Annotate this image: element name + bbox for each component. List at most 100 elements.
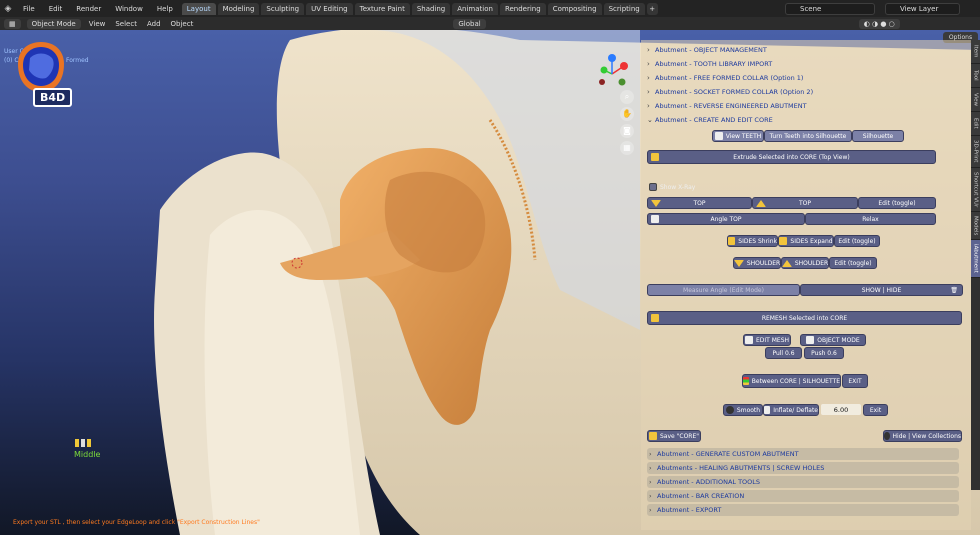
b4d-logo-text: B4D xyxy=(33,88,73,107)
tab-sculpting[interactable]: Sculpting xyxy=(261,2,305,15)
tab-tool[interactable]: Tool xyxy=(971,64,980,88)
tab-uv-editing[interactable]: UV Editing xyxy=(306,2,353,15)
grid-view-icon[interactable]: ▦ xyxy=(620,141,634,155)
smooth-button[interactable]: Smooth xyxy=(723,404,763,416)
shoulder-up-button[interactable]: SHOULDER xyxy=(781,257,829,269)
inflate-value-field[interactable]: 6.00 xyxy=(821,404,861,415)
trash-icon[interactable]: 🗑 xyxy=(950,287,958,294)
menu-window[interactable]: Window xyxy=(108,5,150,13)
between-exit-label: EXIT xyxy=(848,377,862,385)
shoulder-down-button[interactable]: SHOULDER xyxy=(733,257,781,269)
tab-shading[interactable]: Shading xyxy=(411,2,451,15)
shoulder-down-label: SHOULDER xyxy=(746,259,781,267)
section-label: Abutment - EXPORT xyxy=(657,506,722,514)
inflate-exit-button[interactable]: Exit xyxy=(863,404,888,416)
view-teeth-button[interactable]: View TEETH xyxy=(712,130,764,142)
push-label: Push 0.6 xyxy=(811,349,837,357)
section-reverse-engineered[interactable]: › Abutment - REVERSE ENGINEERED ABUTMENT xyxy=(647,100,807,112)
edit-mesh-button[interactable]: EDIT MESH xyxy=(743,334,791,346)
tab-edit[interactable]: Edit xyxy=(971,112,980,136)
tab-compositing[interactable]: Compositing xyxy=(547,2,602,15)
hide-view-collections-button[interactable]: Hide | View Collections xyxy=(883,430,962,442)
extrude-core-button[interactable]: Extrude Selected into CORE (Top View) xyxy=(647,150,936,164)
tab-rendering[interactable]: Rendering xyxy=(499,2,546,15)
menu-edit[interactable]: Edit xyxy=(42,5,70,13)
menu-render[interactable]: Render xyxy=(69,5,108,13)
view-teeth-label: View TEETH xyxy=(725,132,762,140)
add-workspace-button[interactable]: + xyxy=(646,2,658,15)
sides-edit-toggle-label: Edit (toggle) xyxy=(838,237,876,245)
sides-shrink-label: SIDES Shrink xyxy=(738,237,777,245)
menu-view[interactable]: View xyxy=(84,20,111,28)
between-exit-button[interactable]: EXIT xyxy=(842,374,868,388)
tab-layout[interactable]: Layout xyxy=(181,2,216,15)
top-down-button[interactable]: TOP xyxy=(647,197,752,209)
sides-shrink-button[interactable]: SIDES Shrink xyxy=(727,235,778,247)
blender-icon[interactable]: ◈ xyxy=(0,0,16,17)
shoulder-edit-toggle-button[interactable]: Edit (toggle) xyxy=(829,257,877,269)
mouse-button-label: Middle xyxy=(74,450,101,459)
section-healing-abutments[interactable]: › Abutments - HEALING ABUTMENTS | SCREW H… xyxy=(647,462,959,474)
section-tooth-library[interactable]: › Abutment - TOOTH LIBRARY IMPORT xyxy=(647,58,772,70)
edit-toggle-label: Edit (toggle) xyxy=(878,199,916,207)
menu-select[interactable]: Select xyxy=(110,20,142,28)
scene-selector[interactable]: Scene xyxy=(785,3,875,15)
section-generate-custom[interactable]: › Abutment - GENERATE CUSTOM ABUTMENT xyxy=(647,448,959,460)
tab-shortcut-vur[interactable]: Shortcut VUr xyxy=(971,168,980,212)
tab-texture-paint[interactable]: Texture Paint xyxy=(354,2,410,15)
remesh-core-button[interactable]: REMESH Selected into CORE xyxy=(647,311,962,325)
section-export[interactable]: › Abutment - EXPORT xyxy=(647,504,959,516)
section-create-edit-core[interactable]: ⌄ Abutment - CREATE AND EDIT CORE xyxy=(647,114,773,126)
menu-object[interactable]: Object xyxy=(166,20,199,28)
smooth-label: Smooth xyxy=(736,406,761,414)
menu-add[interactable]: Add xyxy=(142,20,166,28)
tab-3d-print[interactable]: 3D-Print xyxy=(971,136,980,168)
angle-top-button[interactable]: Angle TOP xyxy=(647,213,805,225)
edit-toggle-button[interactable]: Edit (toggle) xyxy=(858,197,936,209)
section-additional-tools[interactable]: › Abutment - ADDITIONAL TOOLS xyxy=(647,476,959,488)
tab-view[interactable]: View xyxy=(971,88,980,112)
inflate-deflate-button[interactable]: Inflate/ Deflate xyxy=(763,404,819,416)
object-mode-label: OBJECT MODE xyxy=(817,336,860,344)
object-mode-button[interactable]: OBJECT MODE xyxy=(800,334,866,346)
orientation-select[interactable]: Global xyxy=(453,18,486,29)
show-xray-checkbox[interactable] xyxy=(649,183,657,191)
tab-animation[interactable]: Animation xyxy=(452,2,498,15)
pull-button[interactable]: Pull 0.6 xyxy=(765,347,802,359)
3d-cursor-icon xyxy=(291,257,303,269)
turn-teeth-silhouette-button[interactable]: Turn Teeth into Silhouette xyxy=(764,130,852,142)
push-button[interactable]: Push 0.6 xyxy=(804,347,844,359)
menu-help[interactable]: Help xyxy=(150,5,180,13)
between-core-silhouette-button[interactable]: Between CORE | SILHOUETTE xyxy=(742,374,841,388)
top-up-button[interactable]: TOP xyxy=(752,197,858,209)
save-core-button[interactable]: Save "CORE" xyxy=(647,430,701,442)
sides-expand-button[interactable]: SIDES Expand xyxy=(778,235,834,247)
view-layer-selector[interactable]: View Layer xyxy=(885,3,960,15)
shading-icons[interactable]: ◐ ◑ ● ○ xyxy=(858,18,900,29)
shoulder-edit-toggle-label: Edit (toggle) xyxy=(834,259,872,267)
tab-scripting[interactable]: Scripting xyxy=(603,2,645,15)
section-object-management[interactable]: › Abutment - OBJECT MANAGEMENT xyxy=(647,44,767,56)
camera-icon[interactable]: ◙ xyxy=(620,124,634,138)
top-down-label: TOP xyxy=(693,199,706,207)
section-label: Abutments - HEALING ABUTMENTS | SCREW HO… xyxy=(657,464,825,472)
section-bar-creation[interactable]: › Abutment - BAR CREATION xyxy=(647,490,959,502)
editor-type-icon[interactable]: ▦ xyxy=(4,18,21,29)
section-label: Abutment - SOCKET FORMED COLLAR (Option … xyxy=(655,88,814,96)
mode-select[interactable]: Object Mode xyxy=(26,18,81,29)
zoom-icon[interactable]: ⌕ xyxy=(620,90,634,104)
show-hide-button[interactable]: SHOW | HIDE 🗑 xyxy=(800,284,963,296)
relax-button[interactable]: Relax xyxy=(805,213,936,225)
section-free-formed-collar[interactable]: › Abutment - FREE FORMED COLLAR (Option 1… xyxy=(647,72,803,84)
sides-edit-toggle-button[interactable]: Edit (toggle) xyxy=(834,235,880,247)
section-socket-formed-collar[interactable]: › Abutment - SOCKET FORMED COLLAR (Option… xyxy=(647,86,813,98)
pan-hand-icon[interactable]: ✋ xyxy=(620,107,634,121)
tab-item[interactable]: Item xyxy=(971,40,980,64)
menu-file[interactable]: File xyxy=(16,5,42,13)
show-xray-label: Show X-Ray xyxy=(660,184,696,191)
tab-modeling[interactable]: Modeling xyxy=(217,2,260,15)
tab-models[interactable]: Models xyxy=(971,212,980,240)
measure-angle-button[interactable]: Measure Angle (Edit Mode) xyxy=(647,284,800,296)
silhouette-button[interactable]: Silhouette xyxy=(852,130,904,142)
tab-iabutment[interactable]: iAbutment xyxy=(971,240,980,278)
